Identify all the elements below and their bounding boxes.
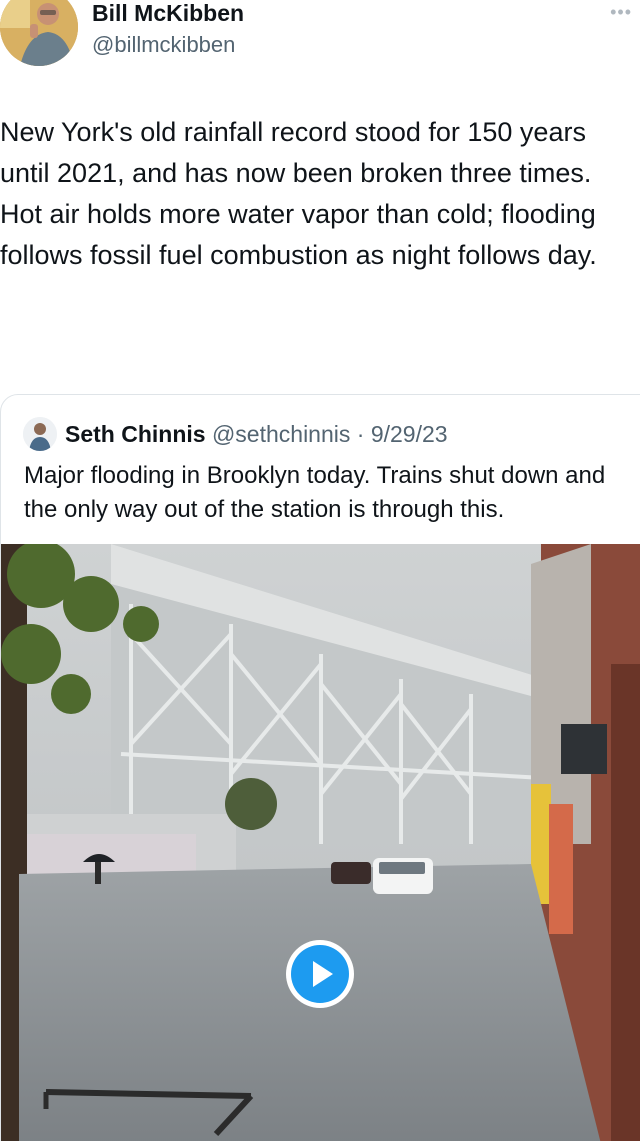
more-dots-icon[interactable]: ••• (610, 2, 632, 23)
quote-author-avatar[interactable] (23, 417, 57, 451)
tweet-view: Bill McKibben @billmckibben ••• New York… (0, 0, 640, 1141)
quoted-tweet-card[interactable]: Seth Chinnis @sethchinnis · 9/29/23 Majo… (0, 394, 640, 1141)
author-name[interactable]: Bill McKibben (92, 0, 244, 27)
quote-separator: · (356, 421, 365, 447)
quote-author-name[interactable]: Seth Chinnis (65, 421, 206, 447)
tweet-text: New York's old rainfall record stood for… (0, 112, 636, 276)
quote-date[interactable]: 9/29/23 (371, 421, 448, 447)
author-avatar[interactable] (0, 0, 78, 66)
quote-text: Major flooding in Brooklyn today. Trains… (24, 462, 606, 523)
play-icon (313, 961, 333, 987)
quote-author-handle[interactable]: @sethchinnis (212, 421, 350, 447)
video-thumbnail[interactable] (1, 544, 640, 1141)
tweet-line: Hot air holds more water vapor than cold… (0, 199, 597, 270)
author-handle[interactable]: @billmckibben (92, 32, 235, 58)
play-button[interactable] (286, 940, 354, 1008)
tweet-line: New York's old rainfall record stood for… (0, 117, 592, 188)
play-button-circle (291, 945, 349, 1003)
quote-header: Seth Chinnis @sethchinnis · 9/29/23 (65, 421, 448, 448)
